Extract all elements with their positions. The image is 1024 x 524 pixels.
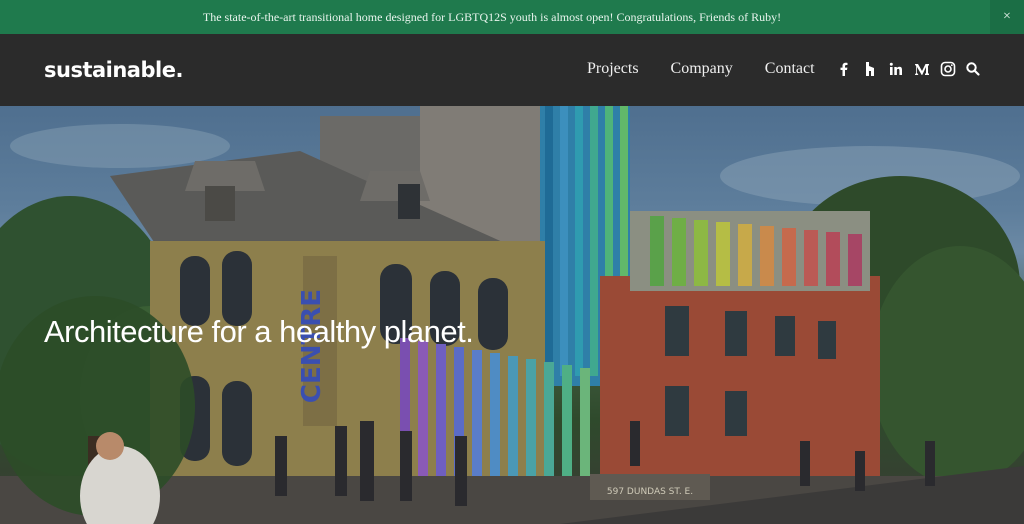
social-links xyxy=(836,61,956,77)
houzz-icon[interactable] xyxy=(862,61,878,77)
banner-message[interactable]: The state-of-the-art transitional home d… xyxy=(203,10,821,25)
site-header: sustainable. Projects Company Contact xyxy=(0,34,1024,106)
hero-section: CENTRE 597 DUNDAS ST. E. Architecture fo… xyxy=(0,106,1024,524)
medium-icon[interactable] xyxy=(914,61,930,77)
svg-text:597 DUNDAS ST. E.: 597 DUNDAS ST. E. xyxy=(607,487,693,497)
nav-company[interactable]: Company xyxy=(671,60,733,78)
nav-contact[interactable]: Contact xyxy=(765,60,815,78)
instagram-icon[interactable] xyxy=(940,61,956,77)
site-logo[interactable]: sustainable. xyxy=(44,58,183,82)
hero-title: Architecture for a healthy planet. xyxy=(44,314,474,349)
linkedin-icon[interactable] xyxy=(888,61,904,77)
search-icon[interactable] xyxy=(965,61,981,77)
nav-projects[interactable]: Projects xyxy=(587,60,639,78)
announcement-banner: The state-of-the-art transitional home d… xyxy=(0,0,1024,34)
facebook-icon[interactable] xyxy=(836,61,852,77)
banner-close-button[interactable]: × xyxy=(990,0,1024,34)
main-nav: Projects Company Contact xyxy=(587,60,815,78)
